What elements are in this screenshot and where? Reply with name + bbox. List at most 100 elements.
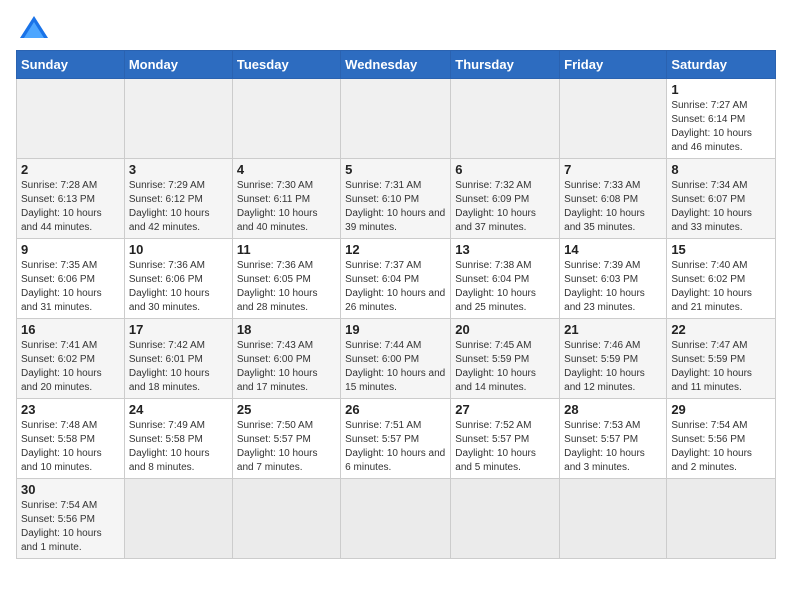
day-info: Sunrise: 7:32 AM Sunset: 6:09 PM Dayligh… (455, 179, 555, 235)
calendar-cell: 24 Sunrise: 7:49 AM Sunset: 5:58 PM Dayli… (124, 399, 232, 479)
day-info: Sunrise: 7:54 AM Sunset: 5:56 PM Dayligh… (671, 419, 771, 475)
page-header (16, 16, 776, 38)
day-info: Sunrise: 7:50 AM Sunset: 5:57 PM Dayligh… (237, 419, 336, 475)
day-number: 20 (455, 322, 555, 337)
calendar-cell (451, 79, 560, 159)
calendar-cell (667, 479, 776, 559)
weekday-saturday: Saturday (667, 51, 776, 79)
calendar-cell: 15 Sunrise: 7:40 AM Sunset: 6:02 PM Dayli… (667, 239, 776, 319)
calendar-cell: 2 Sunrise: 7:28 AM Sunset: 6:13 PM Daylig… (17, 159, 125, 239)
day-number: 22 (671, 322, 771, 337)
calendar-cell (232, 79, 340, 159)
day-number: 15 (671, 242, 771, 257)
calendar-week-row: 30 Sunrise: 7:54 AM Sunset: 5:56 PM Dayli… (17, 479, 776, 559)
day-info: Sunrise: 7:44 AM Sunset: 6:00 PM Dayligh… (345, 339, 446, 395)
weekday-friday: Friday (560, 51, 667, 79)
calendar-cell: 17Sunrise: 7:42 AM Sunset: 6:01 PM Dayli… (124, 319, 232, 399)
day-info: Sunrise: 7:45 AM Sunset: 5:59 PM Dayligh… (455, 339, 555, 395)
weekday-thursday: Thursday (451, 51, 560, 79)
day-number: 23 (21, 402, 120, 417)
calendar-week-row: 9 Sunrise: 7:35 AM Sunset: 6:06 PM Daylig… (17, 239, 776, 319)
day-number: 28 (564, 402, 662, 417)
calendar-cell (124, 479, 232, 559)
calendar-cell: 25 Sunrise: 7:50 AM Sunset: 5:57 PM Dayli… (232, 399, 340, 479)
calendar-cell: 23 Sunrise: 7:48 AM Sunset: 5:58 PM Dayli… (17, 399, 125, 479)
calendar-cell: 1 Sunrise: 7:27 AM Sunset: 6:14 PM Daylig… (667, 79, 776, 159)
day-info: Sunrise: 7:27 AM Sunset: 6:14 PM Dayligh… (671, 99, 771, 155)
day-info: Sunrise: 7:38 AM Sunset: 6:04 PM Dayligh… (455, 259, 555, 315)
calendar-week-row: 16Sunrise: 7:41 AM Sunset: 6:02 PM Dayli… (17, 319, 776, 399)
day-info: Sunrise: 7:51 AM Sunset: 5:57 PM Dayligh… (345, 419, 446, 475)
day-info: Sunrise: 7:48 AM Sunset: 5:58 PM Dayligh… (21, 419, 120, 475)
weekday-monday: Monday (124, 51, 232, 79)
day-info: Sunrise: 7:46 AM Sunset: 5:59 PM Dayligh… (564, 339, 662, 395)
day-info: Sunrise: 7:33 AM Sunset: 6:08 PM Dayligh… (564, 179, 662, 235)
calendar-cell: 13 Sunrise: 7:38 AM Sunset: 6:04 PM Dayli… (451, 239, 560, 319)
day-info: Sunrise: 7:29 AM Sunset: 6:12 PM Dayligh… (129, 179, 228, 235)
calendar-cell: 30 Sunrise: 7:54 AM Sunset: 5:56 PM Dayli… (17, 479, 125, 559)
day-number: 25 (237, 402, 336, 417)
day-info: Sunrise: 7:35 AM Sunset: 6:06 PM Dayligh… (21, 259, 120, 315)
day-number: 4 (237, 162, 336, 177)
day-info: Sunrise: 7:30 AM Sunset: 6:11 PM Dayligh… (237, 179, 336, 235)
calendar-cell (560, 79, 667, 159)
calendar-body: 1 Sunrise: 7:27 AM Sunset: 6:14 PM Daylig… (17, 79, 776, 559)
day-info: Sunrise: 7:54 AM Sunset: 5:56 PM Dayligh… (21, 499, 120, 555)
day-number: 13 (455, 242, 555, 257)
calendar-cell: 11Sunrise: 7:36 AM Sunset: 6:05 PM Dayli… (232, 239, 340, 319)
calendar-cell: 27Sunrise: 7:52 AM Sunset: 5:57 PM Dayli… (451, 399, 560, 479)
day-number: 6 (455, 162, 555, 177)
calendar-cell: 20 Sunrise: 7:45 AM Sunset: 5:59 PM Dayli… (451, 319, 560, 399)
day-info: Sunrise: 7:37 AM Sunset: 6:04 PM Dayligh… (345, 259, 446, 315)
day-number: 12 (345, 242, 446, 257)
day-number: 19 (345, 322, 446, 337)
day-number: 8 (671, 162, 771, 177)
calendar-week-row: 23 Sunrise: 7:48 AM Sunset: 5:58 PM Dayli… (17, 399, 776, 479)
day-info: Sunrise: 7:31 AM Sunset: 6:10 PM Dayligh… (345, 179, 446, 235)
day-info: Sunrise: 7:28 AM Sunset: 6:13 PM Dayligh… (21, 179, 120, 235)
logo (16, 16, 48, 38)
day-info: Sunrise: 7:36 AM Sunset: 6:06 PM Dayligh… (129, 259, 228, 315)
weekday-tuesday: Tuesday (232, 51, 340, 79)
day-number: 30 (21, 482, 120, 497)
calendar-cell: 5 Sunrise: 7:31 AM Sunset: 6:10 PM Daylig… (341, 159, 451, 239)
day-number: 14 (564, 242, 662, 257)
calendar-week-row: 1 Sunrise: 7:27 AM Sunset: 6:14 PM Daylig… (17, 79, 776, 159)
calendar-cell (232, 479, 340, 559)
day-number: 24 (129, 402, 228, 417)
calendar-cell: 16Sunrise: 7:41 AM Sunset: 6:02 PM Dayli… (17, 319, 125, 399)
day-number: 3 (129, 162, 228, 177)
calendar-cell: 21 Sunrise: 7:46 AM Sunset: 5:59 PM Dayli… (560, 319, 667, 399)
day-number: 29 (671, 402, 771, 417)
day-number: 5 (345, 162, 446, 177)
day-number: 21 (564, 322, 662, 337)
calendar-cell: 29 Sunrise: 7:54 AM Sunset: 5:56 PM Dayli… (667, 399, 776, 479)
calendar-cell: 7 Sunrise: 7:33 AM Sunset: 6:08 PM Daylig… (560, 159, 667, 239)
day-number: 1 (671, 82, 771, 97)
day-number: 7 (564, 162, 662, 177)
calendar-cell (560, 479, 667, 559)
day-info: Sunrise: 7:52 AM Sunset: 5:57 PM Dayligh… (455, 419, 555, 475)
day-number: 26 (345, 402, 446, 417)
day-number: 2 (21, 162, 120, 177)
day-info: Sunrise: 7:49 AM Sunset: 5:58 PM Dayligh… (129, 419, 228, 475)
calendar-cell: 22 Sunrise: 7:47 AM Sunset: 5:59 PM Dayli… (667, 319, 776, 399)
day-info: Sunrise: 7:34 AM Sunset: 6:07 PM Dayligh… (671, 179, 771, 235)
calendar-week-row: 2 Sunrise: 7:28 AM Sunset: 6:13 PM Daylig… (17, 159, 776, 239)
day-info: Sunrise: 7:41 AM Sunset: 6:02 PM Dayligh… (21, 339, 120, 395)
calendar-table: SundayMondayTuesdayWednesdayThursdayFrid… (16, 50, 776, 559)
calendar-cell: 10Sunrise: 7:36 AM Sunset: 6:06 PM Dayli… (124, 239, 232, 319)
day-info: Sunrise: 7:47 AM Sunset: 5:59 PM Dayligh… (671, 339, 771, 395)
day-info: Sunrise: 7:43 AM Sunset: 6:00 PM Dayligh… (237, 339, 336, 395)
calendar-cell (17, 79, 125, 159)
day-info: Sunrise: 7:39 AM Sunset: 6:03 PM Dayligh… (564, 259, 662, 315)
day-number: 9 (21, 242, 120, 257)
day-info: Sunrise: 7:40 AM Sunset: 6:02 PM Dayligh… (671, 259, 771, 315)
calendar-cell: 19 Sunrise: 7:44 AM Sunset: 6:00 PM Dayli… (341, 319, 451, 399)
day-number: 17 (129, 322, 228, 337)
calendar-cell: 12 Sunrise: 7:37 AM Sunset: 6:04 PM Dayli… (341, 239, 451, 319)
weekday-sunday: Sunday (17, 51, 125, 79)
calendar-cell: 18Sunrise: 7:43 AM Sunset: 6:00 PM Dayli… (232, 319, 340, 399)
calendar-cell: 6 Sunrise: 7:32 AM Sunset: 6:09 PM Daylig… (451, 159, 560, 239)
calendar-cell: 28Sunrise: 7:53 AM Sunset: 5:57 PM Dayli… (560, 399, 667, 479)
